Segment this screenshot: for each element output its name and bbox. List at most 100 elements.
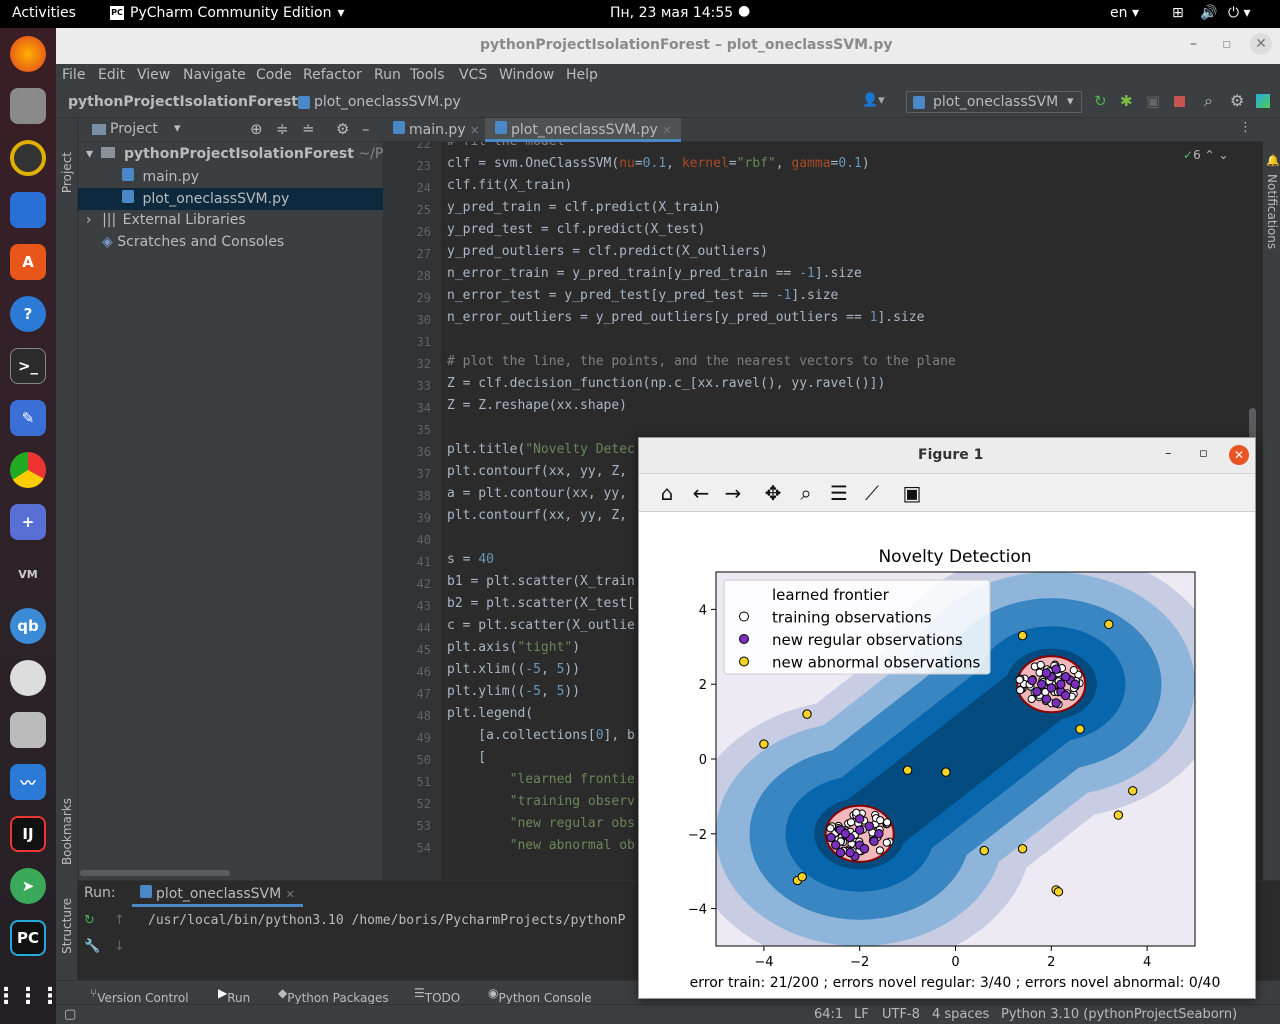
code-line[interactable]: n_error_test = y_pred_test[y_pred_test =… (447, 288, 838, 303)
run-tab[interactable]: plot_oneclassSVM ✕ (132, 883, 303, 907)
jetbrains-icon[interactable] (1256, 94, 1270, 108)
code-line[interactable]: Z = clf.decision_function(np.c_[xx.ravel… (447, 376, 885, 391)
menu-tools[interactable]: Tools (410, 67, 445, 83)
code-line[interactable]: [a.collections[0], b (447, 728, 635, 743)
code-line[interactable]: n_error_outliers = y_pred_outliers[y_pre… (447, 310, 924, 325)
chrome-icon[interactable] (10, 452, 46, 488)
minimize-icon[interactable]: – (1165, 446, 1172, 461)
network-icon[interactable]: ⊞ (1172, 5, 1184, 21)
project-side-tab[interactable]: Project (60, 152, 74, 193)
debug-icon[interactable]: ✱ (1120, 92, 1133, 110)
tab-python-packages[interactable]: ◆ Python Packages (278, 986, 389, 1005)
tab-run[interactable]: ▶ Run (218, 986, 250, 1005)
code-line[interactable]: n_error_train = y_pred_train[y_pred_trai… (447, 266, 862, 281)
run-config-selector[interactable]: plot_oneclassSVM ▾ (906, 91, 1082, 113)
code-line[interactable]: plt.ylim((-5, 5)) (447, 684, 580, 699)
coverage-icon[interactable]: ▣ (1146, 92, 1160, 110)
project-panel-title[interactable]: Project (110, 121, 158, 137)
file-encoding[interactable]: UTF-8 (882, 1007, 920, 1022)
menu-view[interactable]: View (137, 67, 170, 83)
forward-arrow-icon[interactable]: → (721, 482, 745, 504)
notifications-side-tab[interactable]: Notifications (1265, 174, 1279, 249)
app-grid-icon[interactable]: ⋮⋮⋮ (0, 978, 61, 1014)
indent-setting[interactable]: 4 spaces (932, 1007, 989, 1022)
firefox-icon[interactable] (10, 36, 46, 72)
code-line[interactable]: c = plt.scatter(X_outlie (447, 618, 635, 633)
bell-icon[interactable]: 🔔 (1266, 154, 1280, 167)
close-icon[interactable]: ✕ (1250, 33, 1272, 55)
maximize-icon[interactable]: ▫ (1199, 446, 1208, 461)
home-icon[interactable]: ⌂ (655, 482, 679, 504)
close-tab-icon[interactable]: ✕ (470, 124, 479, 137)
code-line[interactable]: "learned frontie (447, 772, 635, 787)
locate-icon[interactable]: ⊕ (250, 120, 263, 138)
more-options-icon[interactable]: ⋮ (1239, 120, 1252, 135)
text-editor-icon[interactable]: ✎ (10, 400, 46, 436)
tab-main-py[interactable]: main.py ✕ (383, 118, 485, 142)
python-interpreter[interactable]: Python 3.10 (pythonProjectSeaborn) (1001, 1007, 1237, 1022)
volume-icon[interactable]: 🔊 (1200, 5, 1217, 21)
code-line[interactable]: clf.fit(X_train) (447, 178, 572, 193)
code-line[interactable]: b1 = plt.scatter(X_train (447, 574, 635, 589)
tree-item-plot-oneclasssvm[interactable]: plot_oneclassSVM.py (78, 188, 383, 210)
pan-icon[interactable]: ✥ (761, 482, 785, 504)
rerun-icon[interactable]: ↻ (84, 913, 95, 928)
software-icon[interactable]: A (10, 244, 46, 280)
bookmarks-side-tab[interactable]: Bookmarks (60, 798, 74, 865)
code-line[interactable]: plt.contourf(xx, yy, Z, (447, 508, 627, 523)
back-arrow-icon[interactable]: ← (689, 482, 713, 504)
code-line[interactable]: # fit the model (447, 142, 564, 149)
code-line[interactable]: b2 = plt.scatter(X_test[ (447, 596, 635, 611)
power-icon[interactable]: ⏻ ▾ (1228, 5, 1251, 21)
database-icon[interactable] (10, 712, 46, 748)
code-line[interactable]: plt.axis("tight") (447, 640, 580, 655)
search-icon[interactable]: ⌕ (1204, 91, 1213, 111)
tab-python-console[interactable]: ◉ Python Console (488, 986, 592, 1005)
close-tab-icon[interactable]: ✕ (662, 124, 671, 137)
language-indicator[interactable]: en ▾ (1110, 5, 1139, 21)
rerun-icon[interactable]: ↻ (1094, 92, 1107, 110)
close-tab-icon[interactable]: ✕ (286, 888, 295, 901)
screenshot-icon[interactable]: + (10, 504, 46, 540)
collapse-all-icon[interactable]: ≐ (302, 120, 315, 138)
rhythmbox-icon[interactable] (10, 140, 46, 176)
help-icon[interactable]: ? (10, 296, 46, 332)
files-icon[interactable] (10, 88, 46, 124)
tab-version-control[interactable]: ⑂ Version Control (90, 986, 189, 1005)
code-line[interactable]: clf = svm.OneClassSVM(nu=0.1, kernel="rb… (447, 156, 870, 171)
tree-item-main[interactable]: main.py (122, 168, 199, 185)
menu-code[interactable]: Code (256, 67, 292, 83)
activities-button[interactable]: Activities (12, 5, 76, 21)
chevron-down-icon[interactable]: ▾ (174, 121, 181, 136)
edit-axis-icon[interactable]: ⟋ (860, 482, 884, 504)
maximize-icon[interactable]: ▫ (1222, 36, 1232, 52)
breadcrumb-file[interactable]: plot_oneclassSVM.py (314, 94, 461, 110)
configure-subplots-icon[interactable]: ☰ (827, 482, 851, 504)
zoom-icon[interactable]: ⌕ (794, 482, 818, 504)
tree-item-scratches[interactable]: ◈ Scratches and Consoles (102, 234, 284, 250)
code-line[interactable]: plt.title("Novelty Detec (447, 442, 635, 457)
arrow-down-icon[interactable]: ↓ (114, 939, 125, 954)
breadcrumb-project[interactable]: pythonProjectIsolationForest (68, 94, 298, 110)
line-ending[interactable]: LF (854, 1007, 869, 1022)
tree-root[interactable]: ▾ pythonProjectIsolationForest ~/Pych (86, 146, 408, 162)
caret-position[interactable]: 64:1 (814, 1007, 843, 1022)
user-icon[interactable]: 👤▾ (862, 93, 885, 108)
tab-todo[interactable]: ☰ TODO (414, 986, 460, 1005)
gear-icon[interactable]: ⚙ (336, 120, 349, 138)
tab-plot-oneclasssvm[interactable]: plot_oneclassSVM.py ✕ (485, 118, 681, 142)
close-icon[interactable]: ✕ (1229, 445, 1249, 465)
menu-window[interactable]: Window (499, 67, 554, 83)
horizontal-scrollbar[interactable] (80, 870, 230, 876)
code-line[interactable]: plt.xlim((-5, 5)) (447, 662, 580, 677)
vm-icon[interactable]: VM (10, 556, 46, 592)
code-line[interactable]: "new regular obs (447, 816, 635, 831)
menu-help[interactable]: Help (566, 67, 598, 83)
app-menu[interactable]: PC PyCharm Community Edition ▾ (110, 5, 345, 21)
intellij-icon[interactable]: IJ (10, 816, 46, 852)
wrench-icon[interactable]: 🔧 (84, 939, 100, 954)
disc-icon[interactable] (10, 660, 46, 696)
code-line[interactable]: s = 40 (447, 552, 494, 567)
menu-vcs[interactable]: VCS (459, 67, 487, 83)
menu-refactor[interactable]: Refactor (303, 67, 362, 83)
